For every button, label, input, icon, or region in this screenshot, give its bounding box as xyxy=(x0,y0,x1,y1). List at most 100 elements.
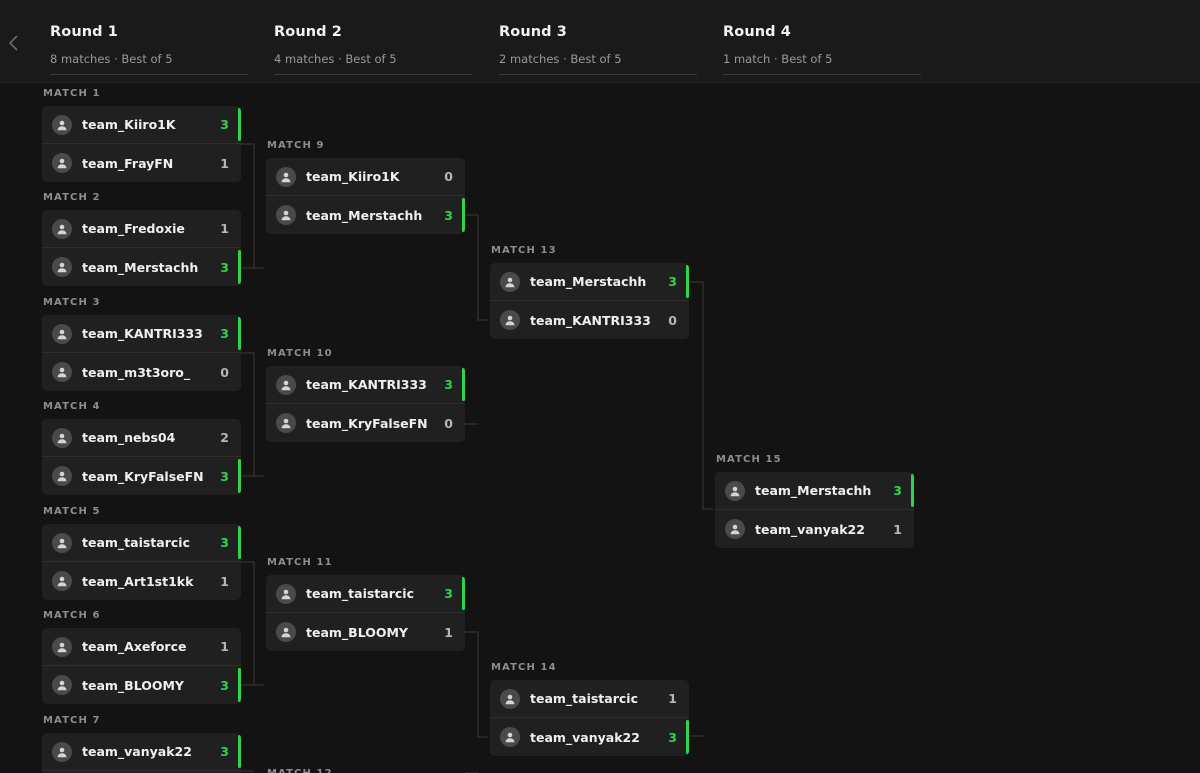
match-row-top[interactable]: team_taistarcic 3 xyxy=(42,524,241,562)
match-row-top[interactable]: team_KANTRI333 3 xyxy=(266,366,465,404)
round-header-3: Round 3 2 matches · Best of 5 xyxy=(499,0,723,83)
team-avatar-icon xyxy=(52,466,72,486)
team-name: team_Merstachh xyxy=(755,483,872,498)
match-row-top[interactable]: team_vanyak22 3 xyxy=(42,733,241,771)
team-score: 3 xyxy=(220,468,229,484)
round-subtitle: 1 match · Best of 5 xyxy=(723,52,833,66)
team-name: team_Merstachh xyxy=(306,207,423,223)
team-name: team_Merstachh xyxy=(530,274,647,289)
match-row-bottom[interactable]: team_Merstachh 3 xyxy=(42,248,241,286)
team-avatar-icon xyxy=(276,413,296,433)
match-row-bottom[interactable]: team_KryFalseFN 3 xyxy=(42,457,241,495)
match-card-body[interactable]: team_KANTRI333 3 team_KryFalseFN 0 xyxy=(266,366,465,442)
match-label: MATCH 15 xyxy=(716,454,782,465)
match-row-bottom[interactable]: team_KANTRI333 0 xyxy=(490,301,689,339)
team-avatar-icon xyxy=(500,271,520,292)
match-row-top[interactable]: team_Merstachh 3 xyxy=(490,263,689,301)
match-card: MATCH 10 team_KANTRI333 3 team_KryFalseF… xyxy=(266,348,465,442)
round-title: Round 2 xyxy=(274,24,342,40)
match-row-bottom[interactable]: team_vanyak22 3 xyxy=(490,718,689,756)
match-card-body[interactable]: team_vanyak22 3 xyxy=(42,733,241,773)
match-row-top[interactable]: team_Axeforce 1 xyxy=(42,628,241,666)
back-chevron-icon[interactable] xyxy=(4,34,22,52)
team-name: team_vanyak22 xyxy=(755,521,865,537)
match-label: MATCH 9 xyxy=(267,140,325,151)
match-card-body[interactable]: team_taistarcic 1 team_vanyak22 3 xyxy=(490,680,689,756)
team-score: 0 xyxy=(444,415,453,431)
match-card-body[interactable]: team_Kiiro1K 0 team_Merstachh 3 xyxy=(266,158,465,234)
match-row-bottom[interactable]: team_Art1st1kk 1 xyxy=(42,562,241,600)
team-score: 3 xyxy=(893,483,902,498)
match-row-bottom[interactable]: team_m3t3oro_ 0 xyxy=(42,353,241,391)
match-label: MATCH 12 xyxy=(267,768,333,773)
team-avatar-icon xyxy=(52,218,72,239)
round-title: Round 4 xyxy=(723,24,791,40)
team-score: 3 xyxy=(444,207,453,223)
team-name: team_Kiiro1K xyxy=(82,117,176,132)
match-row-top[interactable]: team_Merstachh 3 xyxy=(715,472,914,510)
match-card-body[interactable]: team_Axeforce 1 team_BLOOMY 3 xyxy=(42,628,241,704)
team-score: 3 xyxy=(444,377,453,392)
team-name: team_Art1st1kk xyxy=(82,573,194,589)
match-card-body[interactable]: team_Fredoxie 1 team_Merstachh 3 xyxy=(42,210,241,286)
team-avatar-icon xyxy=(52,636,72,657)
team-score: 1 xyxy=(220,639,229,654)
match-card-body[interactable]: team_nebs04 2 team_KryFalseFN 3 xyxy=(42,419,241,495)
round-subtitle: 4 matches · Best of 5 xyxy=(274,52,397,66)
team-score: 3 xyxy=(220,117,229,132)
match-card-body[interactable]: team_Merstachh 3 team_vanyak22 1 xyxy=(715,472,914,548)
team-avatar-icon xyxy=(52,362,72,382)
match-row-top[interactable]: team_Kiiro1K 3 xyxy=(42,106,241,144)
team-name: team_BLOOMY xyxy=(82,677,184,693)
team-score: 3 xyxy=(220,259,229,275)
match-row-top[interactable]: team_nebs04 2 xyxy=(42,419,241,457)
match-row-bottom[interactable]: team_Merstachh 3 xyxy=(266,196,465,234)
match-label: MATCH 6 xyxy=(43,610,101,621)
match-row-top[interactable]: team_KANTRI333 3 xyxy=(42,315,241,353)
match-card-body[interactable]: team_taistarcic 3 team_Art1st1kk 1 xyxy=(42,524,241,600)
team-name: team_KANTRI333 xyxy=(82,326,203,341)
match-card: MATCH 5 team_taistarcic 3 team_Art1st1kk… xyxy=(42,506,241,600)
team-name: team_m3t3oro_ xyxy=(82,364,191,380)
match-row-top[interactable]: team_Kiiro1K 0 xyxy=(266,158,465,196)
match-row-bottom[interactable]: team_KryFalseFN 0 xyxy=(266,404,465,442)
match-card-body[interactable]: team_Kiiro1K 3 team_FrayFN 1 xyxy=(42,106,241,182)
match-row-top[interactable]: team_taistarcic 1 xyxy=(490,680,689,718)
team-score: 1 xyxy=(220,221,229,236)
match-label: MATCH 2 xyxy=(43,192,101,203)
round-header-4: Round 4 1 match · Best of 5 xyxy=(723,0,947,83)
team-score: 0 xyxy=(668,312,677,328)
match-row-bottom[interactable]: team_vanyak22 1 xyxy=(715,510,914,548)
match-card: MATCH 3 team_KANTRI333 3 team_m3t3oro_ 0 xyxy=(42,297,241,391)
round-title: Round 1 xyxy=(50,24,118,40)
team-name: team_KryFalseFN xyxy=(82,468,204,484)
match-row-bottom[interactable]: team_FrayFN 1 xyxy=(42,144,241,182)
match-row-bottom[interactable]: team_BLOOMY 3 xyxy=(42,666,241,704)
team-name: team_FrayFN xyxy=(82,155,174,171)
team-avatar-icon xyxy=(276,166,296,187)
bracket-page: Round 1 8 matches · Best of 5 Round 2 4 … xyxy=(0,0,1200,773)
match-cards-layer: MATCH 1 team_Kiiro1K 3 team_FrayFN 1 MAT… xyxy=(0,83,1200,773)
match-card-body[interactable]: team_KANTRI333 3 team_m3t3oro_ 0 xyxy=(42,315,241,391)
team-name: team_KANTRI333 xyxy=(306,377,427,392)
team-score: 1 xyxy=(668,691,677,706)
match-label: MATCH 1 xyxy=(43,88,101,99)
round-header-2: Round 2 4 matches · Best of 5 xyxy=(274,0,498,83)
match-row-bottom[interactable]: team_BLOOMY 1 xyxy=(266,613,465,651)
team-score: 3 xyxy=(220,535,229,550)
team-avatar-icon xyxy=(500,688,520,709)
team-score: 2 xyxy=(220,430,229,445)
team-avatar-icon xyxy=(500,727,520,747)
team-name: team_taistarcic xyxy=(82,535,190,550)
team-avatar-icon xyxy=(52,741,72,762)
match-card-body[interactable]: team_Merstachh 3 team_KANTRI333 0 xyxy=(490,263,689,339)
match-card: MATCH 9 team_Kiiro1K 0 team_Merstachh 3 xyxy=(266,140,465,234)
match-row-top[interactable]: team_taistarcic 3 xyxy=(266,575,465,613)
match-card-body[interactable]: team_taistarcic 3 team_BLOOMY 1 xyxy=(266,575,465,651)
match-row-top[interactable]: team_Fredoxie 1 xyxy=(42,210,241,248)
match-card: MATCH 13 team_Merstachh 3 team_KANTRI333… xyxy=(490,245,689,339)
team-avatar-icon xyxy=(276,374,296,395)
team-avatar-icon xyxy=(52,427,72,448)
team-score: 3 xyxy=(668,729,677,745)
match-card: MATCH 2 team_Fredoxie 1 team_Merstachh 3 xyxy=(42,192,241,286)
